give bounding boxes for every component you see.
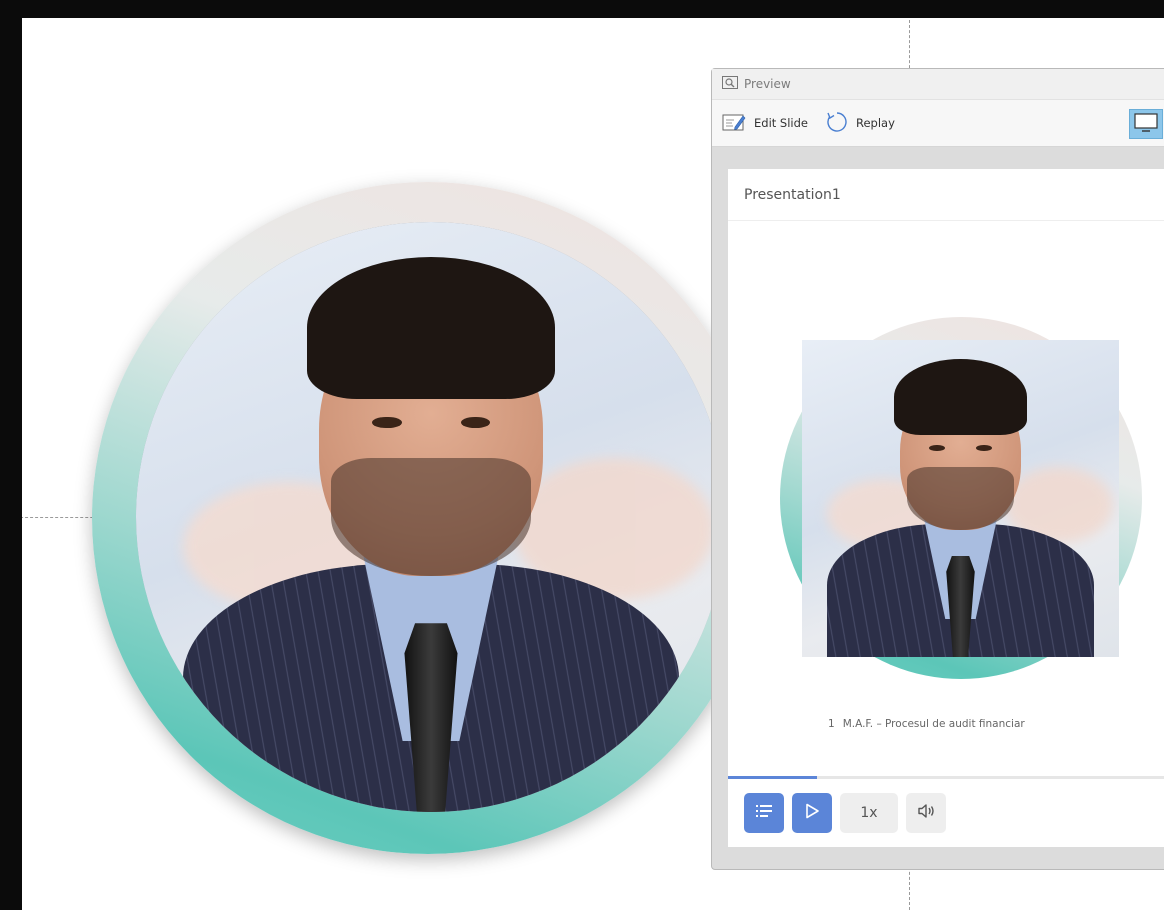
playback-speed-button[interactable]: 1x xyxy=(840,793,898,833)
volume-icon xyxy=(917,803,935,823)
player-panel: Presentation1 1 M.A.F. – Procesul de aud… xyxy=(728,169,1164,847)
play-button[interactable] xyxy=(792,793,832,833)
edit-slide-button[interactable]: Edit Slide xyxy=(722,112,808,135)
preview-icon xyxy=(722,75,738,93)
slide-preview[interactable]: 1 M.A.F. – Procesul de audit financiar xyxy=(728,221,1164,776)
presentation-title: Presentation1 xyxy=(744,186,841,203)
player-header: Presentation1 xyxy=(728,169,1164,221)
preview-window: Preview Edit Slide Replay Presentation1 … xyxy=(711,68,1164,870)
slide-number: 1 xyxy=(828,718,835,730)
playback-progress-fill xyxy=(728,776,817,779)
replay-label: Replay xyxy=(856,116,895,130)
edit-slide-label: Edit Slide xyxy=(754,116,808,130)
presenter-portrait-preview xyxy=(802,340,1119,657)
replay-icon xyxy=(826,111,848,136)
playback-progress-bar[interactable] xyxy=(728,776,1164,779)
presenter-video-preview[interactable] xyxy=(802,340,1119,657)
presenter-portrait xyxy=(136,222,726,812)
monitor-icon xyxy=(1134,112,1158,136)
play-icon xyxy=(804,803,820,823)
preview-window-title: Preview xyxy=(744,77,791,91)
preview-title-bar[interactable]: Preview xyxy=(712,69,1164,100)
outline-list-icon xyxy=(755,803,773,823)
outline-button[interactable] xyxy=(744,793,784,833)
player-controls: 1x xyxy=(744,793,946,833)
slide-title: M.A.F. – Procesul de audit financiar xyxy=(842,718,1025,730)
volume-button[interactable] xyxy=(906,793,946,833)
slide-caption: 1 M.A.F. – Procesul de audit financiar xyxy=(828,718,1025,730)
preview-toolbar: Edit Slide Replay xyxy=(712,100,1164,147)
presenter-video[interactable] xyxy=(136,222,726,812)
replay-button[interactable]: Replay xyxy=(826,111,895,136)
desktop-view-button[interactable] xyxy=(1129,109,1163,139)
edit-slide-icon xyxy=(722,112,746,135)
playback-speed-label: 1x xyxy=(860,805,878,821)
circle-frame-shape[interactable] xyxy=(92,182,764,854)
